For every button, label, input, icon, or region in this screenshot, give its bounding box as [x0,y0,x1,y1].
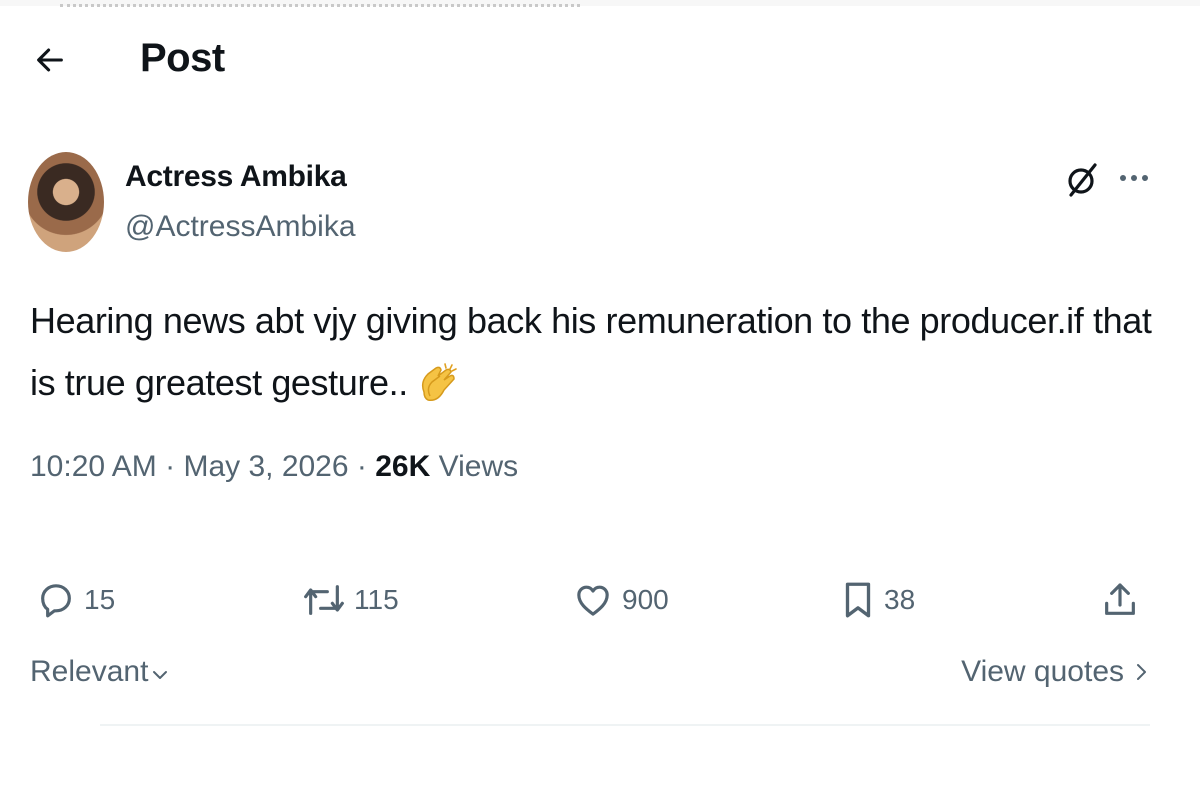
bookmark-icon [845,582,871,618]
like-button[interactable]: 900 [572,575,669,625]
like-count: 900 [622,584,669,615]
repost-count: 115 [354,584,399,615]
meta-separator: · [165,450,176,483]
view-quotes-label: View quotes [961,655,1124,688]
header: Post [0,20,1200,100]
reply-icon [41,584,71,618]
heart-icon [577,585,609,616]
post-time[interactable]: 10:20 AM [30,450,157,483]
post-date[interactable]: May 3, 2026 [183,450,348,483]
author-handle[interactable]: @ActressAmbika [125,210,356,244]
reply-button[interactable]: 15 [36,575,115,625]
grok-icon [1068,163,1097,197]
chevron-right-icon [1137,664,1146,680]
avatar[interactable] [28,152,104,252]
author-name[interactable]: Actress Ambika [125,160,347,194]
clapping-hands-icon [421,363,457,402]
share-button[interactable] [1100,575,1148,625]
more-horizontal-icon [1120,175,1148,181]
bookmark-button[interactable]: 38 [840,575,915,625]
post-meta: 10:20 AM · May 3, 2026 · 26K Views [30,450,518,484]
reply-count: 15 [84,584,116,615]
repost-icon [304,585,344,615]
top-cropped-strip [0,0,1200,7]
arrow-left-icon [37,48,63,72]
bookmark-count: 38 [884,584,916,615]
views-count: 26K [375,450,431,483]
divider [100,724,1150,726]
sort-label: Relevant [30,655,149,688]
views-label: Views [438,450,519,483]
sort-replies-dropdown[interactable]: Relevant [30,655,170,689]
back-button[interactable] [28,38,72,82]
share-icon [1105,583,1135,615]
post-text: Hearing news abt vjy giving back his rem… [30,290,1170,414]
post-text-line: is true greatest gesture.. [30,362,408,403]
repost-button[interactable]: 115 [302,575,399,625]
meta-separator: · [356,450,367,483]
chevron-down-icon [153,671,168,679]
grok-button[interactable] [1062,158,1102,202]
post-text-line: Hearing news abt vjy giving back his rem… [30,300,1152,341]
more-options-button[interactable] [1114,158,1154,198]
view-quotes-link[interactable]: View quotes [961,655,1150,689]
page-title: Post [140,36,225,80]
